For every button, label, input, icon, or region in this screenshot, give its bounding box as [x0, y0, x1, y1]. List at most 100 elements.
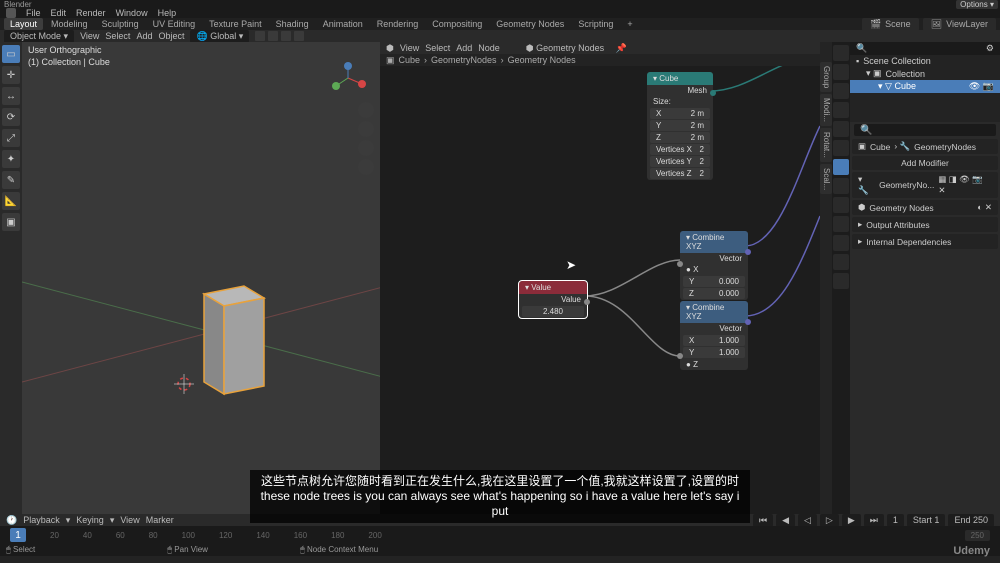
node-header[interactable]: ▾ Value	[519, 281, 587, 294]
tl-playback[interactable]: Playback	[23, 515, 60, 525]
tab-compositing[interactable]: Compositing	[426, 18, 488, 30]
rotate-tool-icon[interactable]: ⟳	[2, 108, 20, 126]
menu-edit[interactable]: Edit	[51, 8, 67, 18]
menu-object[interactable]: Object	[158, 31, 184, 41]
jump-end-icon[interactable]: ⏭	[864, 514, 884, 527]
modifier-header[interactable]: ▾ 🔧 GeometryNo... ▦ ◨ 👁 📷 ✕	[852, 172, 998, 198]
play-rev-icon[interactable]: ◁	[798, 514, 817, 527]
menu-add[interactable]: Add	[136, 31, 152, 41]
blender-logo-icon[interactable]	[6, 8, 16, 18]
prop-search[interactable]: 🔍	[854, 124, 996, 136]
orientation-dropdown[interactable]: 🌐 Global ▾	[190, 30, 249, 43]
output-socket[interactable]	[745, 249, 751, 255]
tab-rendering[interactable]: Rendering	[371, 18, 425, 30]
addcube-tool-icon[interactable]: ▣	[2, 213, 20, 231]
input-socket-z[interactable]	[677, 353, 683, 359]
node-value[interactable]: ▾ Value Value 2.480	[519, 281, 587, 318]
nside-modi[interactable]: Modi...	[820, 94, 832, 126]
proportional-icon[interactable]	[294, 31, 304, 41]
node-header[interactable]: ▾ Combine XYZ	[680, 301, 748, 323]
transform-tool-icon[interactable]: ✦	[2, 150, 20, 168]
annotate-tool-icon[interactable]: ✎	[2, 171, 20, 189]
tl-view[interactable]: View	[120, 515, 139, 525]
select-tool-icon[interactable]: ▭	[2, 45, 20, 63]
next-key-icon[interactable]: ▶	[842, 514, 861, 527]
node-editor[interactable]: ⬢ View Select Add Node ⬢ Geometry Nodes …	[380, 42, 820, 514]
menu-view[interactable]: View	[80, 31, 99, 41]
node-header[interactable]: ▾ Cube	[647, 72, 713, 85]
end-frame[interactable]: End 250	[948, 514, 994, 527]
output-attributes-toggle[interactable]: ▸ Output Attributes	[852, 217, 998, 232]
move-tool-icon[interactable]: ↔	[2, 87, 20, 105]
scene-selector[interactable]: 🎬 Scene	[862, 18, 919, 31]
internal-dependencies-toggle[interactable]: ▸ Internal Dependencies	[852, 234, 998, 249]
output-socket[interactable]	[584, 299, 590, 305]
menu-file[interactable]: File	[26, 8, 41, 18]
node-combine-xyz-1[interactable]: ▾ Combine XYZ Vector ● X Y0.000 Z0.000	[680, 231, 748, 300]
outliner-cube-row[interactable]: ▾ ▽ Cube👁 📷	[850, 80, 1000, 93]
ne-menu-select[interactable]: Select	[425, 43, 450, 53]
prop-tab-object-icon[interactable]	[833, 140, 849, 156]
output-socket[interactable]	[745, 319, 751, 325]
prop-tab-world-icon[interactable]	[833, 121, 849, 137]
ne-menu-node[interactable]: Node	[478, 43, 500, 53]
scale-tool-icon[interactable]: ⤢	[2, 129, 20, 147]
nodetree-selector[interactable]: ⬢ Geometry Nodes	[526, 43, 606, 54]
options-button[interactable]: Options ▾	[956, 0, 998, 9]
menu-window[interactable]: Window	[116, 8, 148, 18]
prop-tab-render-icon[interactable]	[833, 45, 849, 61]
tab-modeling[interactable]: Modeling	[45, 18, 94, 30]
tab-texture[interactable]: Texture Paint	[203, 18, 268, 30]
start-frame[interactable]: Start 1	[907, 514, 946, 527]
tab-sculpting[interactable]: Sculpting	[96, 18, 145, 30]
playhead[interactable]: 1	[10, 528, 26, 542]
nside-rot[interactable]: Rotat...	[820, 128, 832, 162]
prop-tab-output-icon[interactable]	[833, 64, 849, 80]
measure-tool-icon[interactable]: 📐	[2, 192, 20, 210]
outliner-collection-row[interactable]: ▾ ▣ Collection	[850, 67, 1000, 80]
tab-geonodes[interactable]: Geometry Nodes	[490, 18, 570, 30]
jump-start-icon[interactable]: ⏮	[753, 514, 773, 527]
node-combine-xyz-2[interactable]: ▾ Combine XYZ Vector X1.000 Y1.000 ● Z	[680, 301, 748, 370]
nside-scale[interactable]: Scal...	[820, 164, 832, 194]
ne-menu-view[interactable]: View	[400, 43, 419, 53]
output-socket[interactable]	[710, 90, 716, 96]
nside-group[interactable]: Group	[820, 62, 832, 92]
tab-add[interactable]: +	[621, 18, 638, 30]
add-modifier-button[interactable]: Add Modifier	[852, 156, 998, 170]
tl-keying[interactable]: Keying	[76, 515, 104, 525]
filter-icon[interactable]: ⚙	[986, 43, 994, 54]
prop-tab-particle-icon[interactable]	[833, 178, 849, 194]
prop-tab-data-icon[interactable]	[833, 235, 849, 251]
pivot-icon[interactable]	[268, 31, 278, 41]
value-field[interactable]: 2.480	[522, 306, 584, 317]
tl-marker[interactable]: Marker	[146, 515, 174, 525]
current-frame[interactable]: 1	[887, 514, 904, 527]
prop-tab-modifier-icon[interactable]	[833, 159, 849, 175]
outliner[interactable]: 🔍⚙ ▪ Scene Collection ▾ ▣ Collection ▾ ▽…	[850, 42, 1000, 122]
prev-key-icon[interactable]: ◀	[776, 514, 795, 527]
timeline-track[interactable]: 1 20 40 60 80 100 120 140 160 180 200 25…	[0, 526, 1000, 544]
tab-shading[interactable]: Shading	[270, 18, 315, 30]
tab-layout[interactable]: Layout	[4, 18, 43, 30]
prop-tab-scene-icon[interactable]	[833, 102, 849, 118]
timeline-icon[interactable]: 🕐	[6, 515, 17, 526]
magnet-icon[interactable]	[281, 31, 291, 41]
menu-select[interactable]: Select	[105, 31, 130, 41]
input-socket-x[interactable]	[677, 261, 683, 267]
menu-render[interactable]: Render	[76, 8, 106, 18]
viewlayer-selector[interactable]: 🖼 ViewLayer	[923, 18, 996, 31]
snap-icon[interactable]	[255, 31, 265, 41]
prop-tab-view-icon[interactable]	[833, 83, 849, 99]
prop-tab-material-icon[interactable]	[833, 254, 849, 270]
cube-object[interactable]	[194, 274, 274, 404]
tab-uv[interactable]: UV Editing	[147, 18, 202, 30]
outliner-scene-row[interactable]: ▪ Scene Collection	[850, 55, 1000, 67]
tab-scripting[interactable]: Scripting	[572, 18, 619, 30]
node-header[interactable]: ▾ Combine XYZ	[680, 231, 748, 253]
prop-tab-physics-icon[interactable]	[833, 197, 849, 213]
node-cube[interactable]: ▾ Cube Mesh Size: X2 m Y2 m Z2 m Vertice…	[647, 72, 713, 180]
prop-tab-texture-icon[interactable]	[833, 273, 849, 289]
ne-menu-add[interactable]: Add	[456, 43, 472, 53]
play-icon[interactable]: ▷	[820, 514, 839, 527]
